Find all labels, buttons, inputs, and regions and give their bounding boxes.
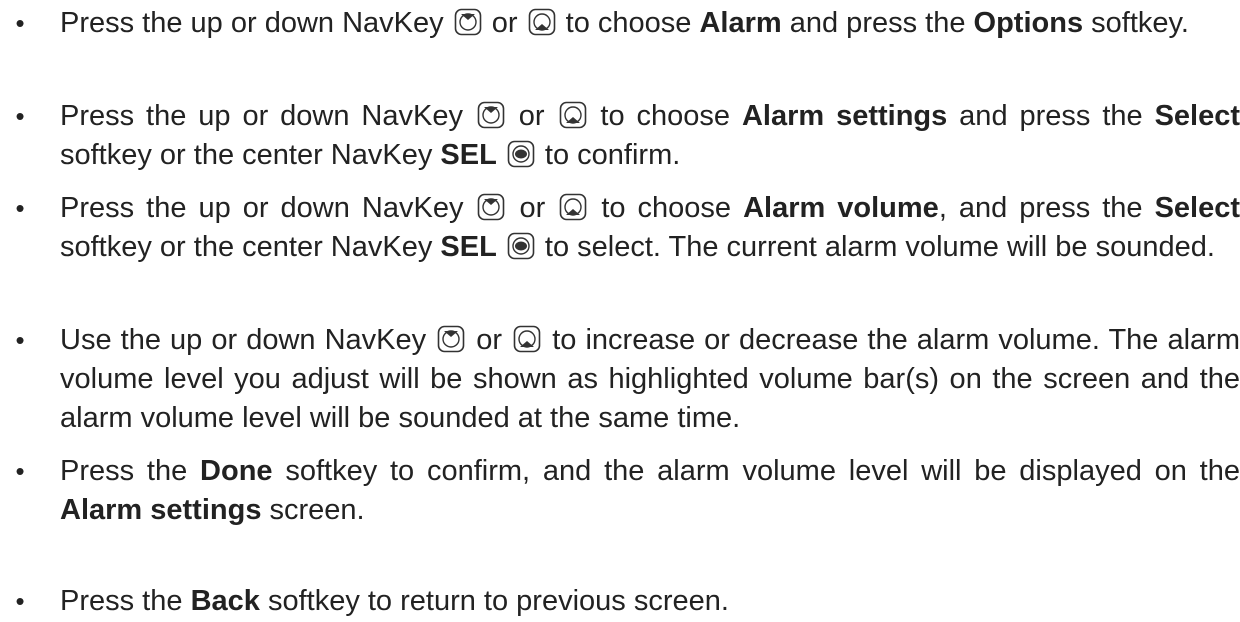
step-text-run: softkey. bbox=[1083, 7, 1189, 39]
step-text-run: Press the bbox=[60, 455, 201, 487]
bold-term: Done bbox=[200, 455, 273, 487]
step-text-run: or bbox=[467, 324, 512, 356]
down-navkey-icon bbox=[559, 101, 587, 129]
center-navkey-icon bbox=[507, 140, 535, 168]
step-text-run: Press the bbox=[60, 585, 191, 617]
bold-term: Select bbox=[1154, 192, 1240, 224]
bold-term: Select bbox=[1154, 100, 1240, 132]
bullet: • bbox=[15, 325, 25, 355]
step-text: Press the up or down NavKey or to choose… bbox=[60, 189, 1240, 267]
bullet: • bbox=[15, 456, 25, 486]
step-text-run: to choose bbox=[588, 100, 742, 132]
step-text: Press the up or down NavKey or to choose… bbox=[60, 97, 1240, 175]
step-text-run bbox=[497, 231, 505, 263]
step-text-run: Press the up or down NavKey bbox=[60, 7, 452, 39]
bullet: • bbox=[15, 101, 25, 131]
up-navkey-icon bbox=[437, 325, 465, 353]
step-text-run: Press the up or down NavKey bbox=[60, 100, 475, 132]
up-navkey-icon bbox=[477, 193, 505, 221]
down-navkey-icon bbox=[559, 193, 587, 221]
bold-term: Options bbox=[973, 7, 1084, 39]
step-text-run: Press the up or down NavKey bbox=[60, 192, 476, 224]
bullet: • bbox=[15, 8, 25, 38]
bold-term: Back bbox=[190, 585, 260, 617]
step-text-run: screen. bbox=[261, 494, 365, 526]
step-text: Use the up or down NavKey or to increase… bbox=[60, 321, 1240, 438]
step-text-run: Use the up or down NavKey bbox=[60, 324, 436, 356]
step-text-run: softkey or the center NavKey bbox=[60, 231, 441, 263]
instruction-document: • Press the up or down NavKey or to choo… bbox=[0, 0, 1240, 622]
bullet: • bbox=[15, 193, 25, 223]
bold-term: SEL bbox=[440, 231, 497, 263]
list-item: • Press the up or down NavKey or to choo… bbox=[15, 97, 1240, 175]
up-navkey-icon bbox=[454, 8, 482, 36]
down-navkey-icon bbox=[513, 325, 541, 353]
step-text-run: and press the bbox=[781, 7, 974, 39]
step-text-run: to select. The current alarm volume will… bbox=[536, 231, 1215, 263]
step-text: Press the up or down NavKey or to choose… bbox=[60, 4, 1240, 43]
list-item: • Press the up or down NavKey or to choo… bbox=[15, 189, 1240, 267]
step-text-run: or bbox=[506, 100, 557, 132]
list-item: • Use the up or down NavKey or to increa… bbox=[15, 321, 1240, 438]
bold-term: Alarm settings bbox=[60, 494, 262, 526]
step-text-run bbox=[497, 139, 505, 171]
down-navkey-icon bbox=[528, 8, 556, 36]
bullet: • bbox=[15, 586, 25, 616]
step-text-run: or bbox=[507, 192, 558, 224]
step-text-run: to confirm. bbox=[536, 139, 681, 171]
bold-term: Alarm settings bbox=[741, 100, 948, 132]
list-item: • Press the up or down NavKey or to choo… bbox=[15, 4, 1240, 43]
step-text-run: softkey to confirm, and the alarm volume… bbox=[272, 455, 1240, 487]
step-text-run: softkey to return to previous screen. bbox=[259, 585, 729, 617]
step-text-run: softkey or the center NavKey bbox=[60, 139, 441, 171]
up-navkey-icon bbox=[477, 101, 505, 129]
step-text-run: , and press the bbox=[938, 192, 1155, 224]
list-item: • Press the Back softkey to return to pr… bbox=[15, 582, 1240, 621]
step-text-run: to choose bbox=[557, 7, 700, 39]
step-text-run: or bbox=[483, 7, 526, 39]
list-item: • Press the Done softkey to confirm, and… bbox=[15, 452, 1240, 530]
step-text: Press the Back softkey to return to prev… bbox=[60, 582, 1240, 621]
center-navkey-icon bbox=[507, 232, 535, 260]
step-text-run: and press the bbox=[947, 100, 1155, 132]
step-text-run: to choose bbox=[589, 192, 744, 224]
bold-term: Alarm bbox=[699, 7, 782, 39]
bold-term: Alarm volume bbox=[743, 192, 939, 224]
step-text: Press the Done softkey to confirm, and t… bbox=[60, 452, 1240, 530]
bold-term: SEL bbox=[440, 139, 497, 171]
